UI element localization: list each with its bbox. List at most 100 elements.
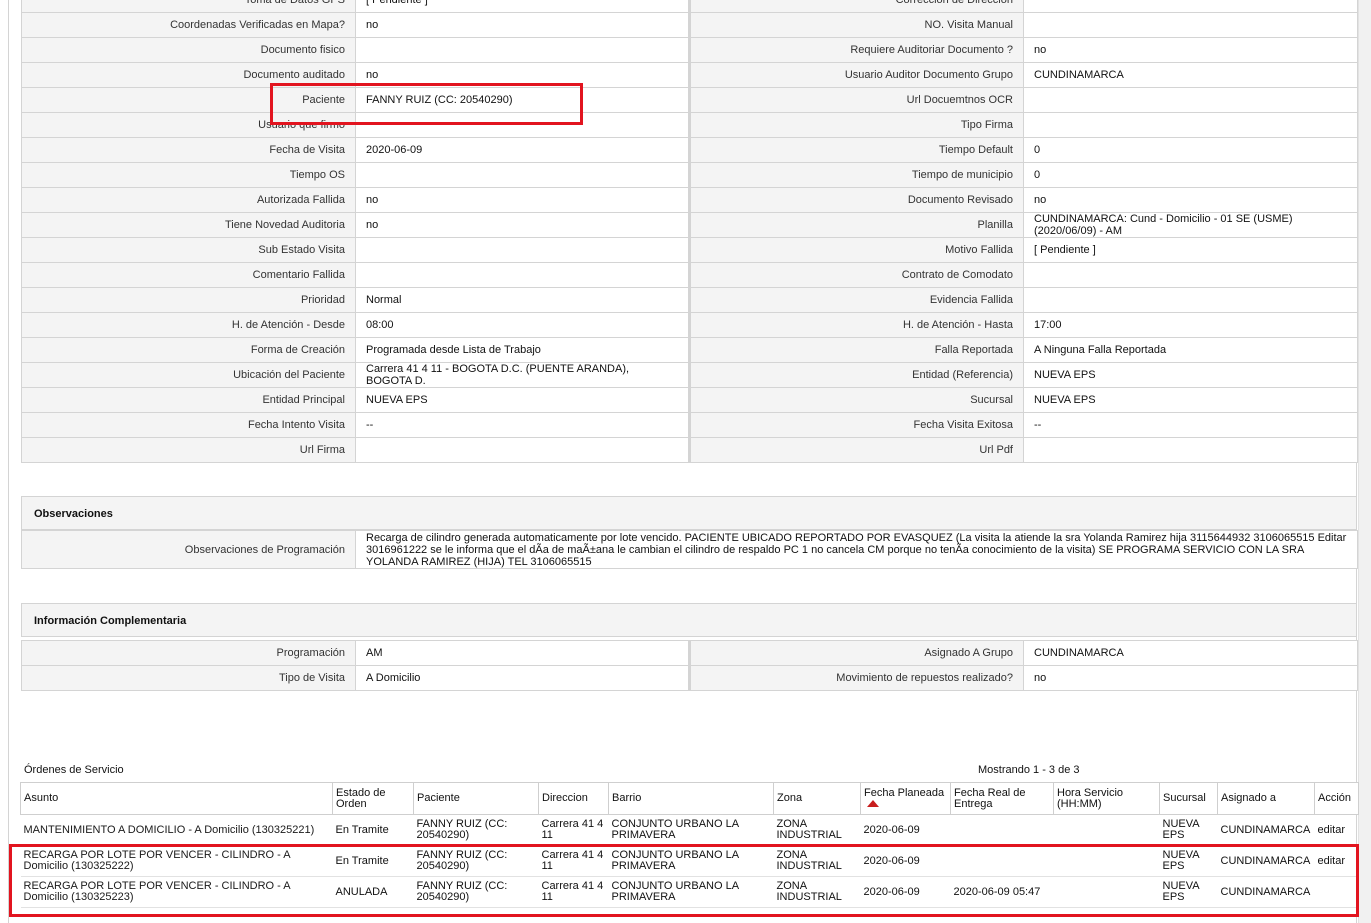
column-header-hora-servicio-hh-mm[interactable]: Hora Servicio (HH:MM) <box>1053 782 1160 815</box>
field-row: Comentario Fallida Contrato de Comodato <box>21 262 1358 288</box>
value-tiempo-default: 0 <box>1023 137 1358 163</box>
field-row: Fecha de Visita 2020-06-09 Tiempo Default 0 <box>21 137 1358 163</box>
column-header-label: Direccion <box>542 792 588 804</box>
field-row: Usuario que firmo Tipo Firma <box>21 112 1358 138</box>
label-usuario-auditor-documento-grupo: Usuario Auditor Documento Grupo <box>688 62 1024 88</box>
value-url-docuemtnos-ocr <box>1023 87 1358 113</box>
label-no-visita-manual: NO. Visita Manual <box>688 12 1024 38</box>
label-contrato-de-comodato: Contrato de Comodato <box>688 262 1024 288</box>
vertical-scrollbar[interactable] <box>1358 0 1371 923</box>
column-header-estado-de-orden[interactable]: Estado de Orden <box>332 782 414 815</box>
value-usuario-auditor-documento-grupo: CUNDINAMARCA <box>1023 62 1358 88</box>
value-tiempo-os <box>355 162 690 188</box>
observaciones-table: Observaciones de Programación Recarga de… <box>21 530 1358 569</box>
value-evidencia-fallida <box>1023 287 1358 313</box>
value-movimiento-de-repuestos-realizado: no <box>1023 665 1358 691</box>
order-cell-estado-de-orden: En Tramite <box>332 814 414 846</box>
order-cell-direccion: Carrera 41 4 11 <box>538 814 609 846</box>
column-header-sucursal[interactable]: Sucursal <box>1159 782 1218 815</box>
observaciones-row: Observaciones de Programación Recarga de… <box>21 530 1358 569</box>
column-header-fecha-real-de-entrega[interactable]: Fecha Real de Entrega <box>950 782 1054 815</box>
field-row: Autorizada Fallida no Documento Revisado no <box>21 187 1358 213</box>
column-header-zona[interactable]: Zona <box>773 782 861 815</box>
orders-pagination-count: Mostrando 1 - 3 de 3 <box>978 764 1080 776</box>
column-header-label: Fecha Real de Entrega <box>954 786 1026 810</box>
value-tiene-novedad-auditoria: no <box>355 212 690 238</box>
order-cell-fecha-real-de-entrega <box>950 814 1054 846</box>
frame-left-border <box>8 0 9 923</box>
column-header-paciente[interactable]: Paciente <box>413 782 539 815</box>
orders-title: Órdenes de Servicio <box>24 764 124 776</box>
value-tipo-firma <box>1023 112 1358 138</box>
label-tiempo-de-municipio: Tiempo de municipio <box>688 162 1024 188</box>
value-forma-de-creacion: Programada desde Lista de Trabajo <box>355 337 690 363</box>
label-comentario-fallida: Comentario Fallida <box>21 262 356 288</box>
value-programacion: AM <box>355 640 690 666</box>
value-coordenadas-verificadas-en-mapa: no <box>355 12 690 38</box>
column-header-label: Zona <box>777 792 803 804</box>
value-h-de-atencion-desde: 08:00 <box>355 312 690 338</box>
order-cell-paciente: FANNY RUIZ (CC: 20540290) <box>413 814 539 846</box>
order-cell-asignado-a: CUNDINAMARCA <box>1217 814 1315 846</box>
value-requiere-auditoriar-documento: no <box>1023 37 1358 63</box>
field-row: Fecha Intento Visita -- Fecha Visita Exito… <box>21 412 1358 438</box>
label-h-de-atencion-hasta: H. de Atención - Hasta <box>688 312 1024 338</box>
value-toma-de-datos-gps: [ Pendiente ] <box>355 0 690 13</box>
label-tiempo-default: Tiempo Default <box>688 137 1024 163</box>
label-entidad-referencia: Entidad (Referencia) <box>688 362 1024 388</box>
label-prioridad: Prioridad <box>21 287 356 313</box>
column-header-fecha-planeada[interactable]: Fecha Planeada <box>860 782 951 815</box>
label-coordenadas-verificadas-en-mapa: Coordenadas Verificadas en Mapa? <box>21 12 356 38</box>
value-entidad-principal: NUEVA EPS <box>355 387 690 413</box>
column-header-label: Asignado a <box>1221 792 1277 804</box>
label-movimiento-de-repuestos-realizado: Movimiento de repuestos realizado? <box>688 665 1024 691</box>
value-url-pdf <box>1023 437 1358 463</box>
field-row: Programación AM Asignado A Grupo CUNDINAMAR… <box>21 640 1358 666</box>
label-motivo-fallida: Motivo Fallida <box>688 237 1024 263</box>
value-url-firma <box>355 437 690 463</box>
value-correccion-de-direccion <box>1023 0 1358 13</box>
value-sucursal: NUEVA EPS <box>1023 387 1358 413</box>
label-falla-reportada: Falla Reportada <box>688 337 1024 363</box>
label-forma-de-creacion: Forma de Creación <box>21 337 356 363</box>
edit-order-link[interactable]: editar <box>1318 824 1346 836</box>
label-programacion: Programación <box>21 640 356 666</box>
value-sub-estado-visita <box>355 237 690 263</box>
value-motivo-fallida: [ Pendiente ] <box>1023 237 1358 263</box>
orders-header-row: Asunto Estado de Orden Paciente Direccion Ba… <box>20 782 1359 815</box>
column-header-direccion[interactable]: Direccion <box>538 782 609 815</box>
order-cell-sucursal: NUEVA EPS <box>1159 814 1218 846</box>
field-row: Tiene Novedad Auditoria no Planilla CUNDINA… <box>21 212 1358 238</box>
value-ubicacion-del-paciente: Carrera 41 4 11 - BOGOTA D.C. (PUENTE AR… <box>355 362 690 388</box>
observaciones-value: Recarga de cilindro generada automaticam… <box>355 530 1358 569</box>
value-comentario-fallida <box>355 262 690 288</box>
field-row: Ubicación del Paciente Carrera 41 4 11 - … <box>21 362 1358 388</box>
label-url-pdf: Url Pdf <box>688 437 1024 463</box>
label-tipo-de-visita: Tipo de Visita <box>21 665 356 691</box>
value-planilla: CUNDINAMARCA: Cund - Domicilio - 01 SE (… <box>1023 212 1358 238</box>
label-planilla: Planilla <box>688 212 1024 238</box>
value-h-de-atencion-hasta: 17:00 <box>1023 312 1358 338</box>
order-cell-zona: ZONA INDUSTRIAL <box>773 814 861 846</box>
label-tipo-firma: Tipo Firma <box>688 112 1024 138</box>
column-header-accion[interactable]: Acción <box>1314 782 1359 815</box>
column-header-asignado-a[interactable]: Asignado a <box>1217 782 1315 815</box>
label-toma-de-datos-gps: Toma de Datos GPS <box>21 0 356 13</box>
column-header-asunto[interactable]: Asunto <box>20 782 333 815</box>
label-correccion-de-direccion: Correccion de Direccion <box>688 0 1024 13</box>
column-header-label: Paciente <box>417 792 460 804</box>
field-row: Documento fisico Requiere Auditoriar Docu… <box>21 37 1358 63</box>
value-contrato-de-comodato <box>1023 262 1358 288</box>
field-label: Observaciones de Programación <box>21 530 356 569</box>
value-autorizada-fallida: no <box>355 187 690 213</box>
label-url-docuemtnos-ocr: Url Docuemtnos OCR <box>688 87 1024 113</box>
sort-ascending-icon[interactable] <box>867 800 879 808</box>
value-tiempo-de-municipio: 0 <box>1023 162 1358 188</box>
field-row: Entidad Principal NUEVA EPS Sucursal NUEVA … <box>21 387 1358 413</box>
order-row[interactable]: MANTENIMIENTO A DOMICILIO - A Domicilio … <box>20 814 1359 846</box>
value-documento-fisico <box>355 37 690 63</box>
value-fecha-visita-exitosa: -- <box>1023 412 1358 438</box>
field-row: Documento auditado no Usuario Auditor Docu… <box>21 62 1358 88</box>
column-header-barrio[interactable]: Barrio <box>608 782 774 815</box>
label-url-firma: Url Firma <box>21 437 356 463</box>
